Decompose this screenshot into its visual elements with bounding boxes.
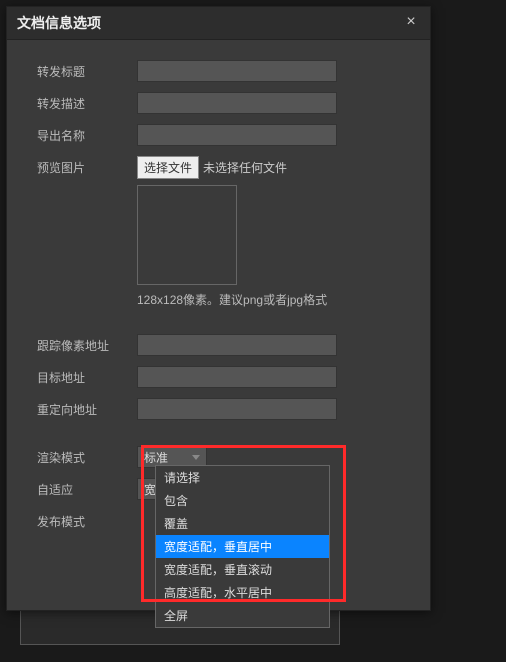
preview-image-container: 选择文件 未选择任何文件 128x128像素。建议png或者jpg格式 xyxy=(137,156,327,308)
file-row: 选择文件 未选择任何文件 xyxy=(137,156,327,179)
label-forward-title: 转发标题 xyxy=(37,60,137,80)
file-status: 未选择任何文件 xyxy=(203,159,287,176)
row-forward-desc: 转发描述 xyxy=(37,92,400,114)
adaptive-option[interactable]: 请选择 xyxy=(156,466,329,489)
input-track-pixel-url[interactable] xyxy=(137,334,337,356)
adaptive-option[interactable]: 宽度适配，垂直滚动 xyxy=(156,558,329,581)
row-forward-title: 转发标题 xyxy=(37,60,400,82)
label-forward-desc: 转发描述 xyxy=(37,92,137,112)
label-preview-image: 预览图片 xyxy=(37,156,137,176)
row-redirect-url: 重定向地址 xyxy=(37,398,400,420)
adaptive-option[interactable]: 高度适配，水平居中 xyxy=(156,581,329,604)
label-target-url: 目标地址 xyxy=(37,366,137,386)
input-forward-title[interactable] xyxy=(137,60,337,82)
adaptive-dropdown: 请选择包含覆盖宽度适配，垂直居中宽度适配，垂直滚动高度适配，水平居中全屏 xyxy=(155,465,330,628)
input-redirect-url[interactable] xyxy=(137,398,337,420)
label-render-mode: 渲染模式 xyxy=(37,446,137,466)
label-track-pixel-url: 跟踪像素地址 xyxy=(37,334,137,354)
thumbnail-hint: 128x128像素。建议png或者jpg格式 xyxy=(137,291,327,308)
chevron-down-icon xyxy=(192,455,200,460)
adaptive-option[interactable]: 全屏 xyxy=(156,604,329,627)
choose-file-button[interactable]: 选择文件 xyxy=(137,156,199,179)
label-adaptive: 自适应 xyxy=(37,478,137,498)
row-track-pixel-url: 跟踪像素地址 xyxy=(37,334,400,356)
row-target-url: 目标地址 xyxy=(37,366,400,388)
row-export-name: 导出名称 xyxy=(37,124,400,146)
select-render-mode-value: 标准 xyxy=(144,449,168,466)
thumbnail-preview xyxy=(137,185,237,285)
label-publish-mode: 发布模式 xyxy=(37,510,137,530)
adaptive-option[interactable]: 宽度适配，垂直居中 xyxy=(156,535,329,558)
label-export-name: 导出名称 xyxy=(37,124,137,144)
dialog-titlebar: 文档信息选项 × xyxy=(7,7,430,40)
close-icon[interactable]: × xyxy=(402,14,420,32)
input-target-url[interactable] xyxy=(137,366,337,388)
input-forward-desc[interactable] xyxy=(137,92,337,114)
adaptive-option[interactable]: 覆盖 xyxy=(156,512,329,535)
adaptive-option[interactable]: 包含 xyxy=(156,489,329,512)
input-export-name[interactable] xyxy=(137,124,337,146)
dialog-title: 文档信息选项 xyxy=(17,13,101,33)
row-preview-image: 预览图片 选择文件 未选择任何文件 128x128像素。建议png或者jpg格式 xyxy=(37,156,400,308)
label-redirect-url: 重定向地址 xyxy=(37,398,137,418)
